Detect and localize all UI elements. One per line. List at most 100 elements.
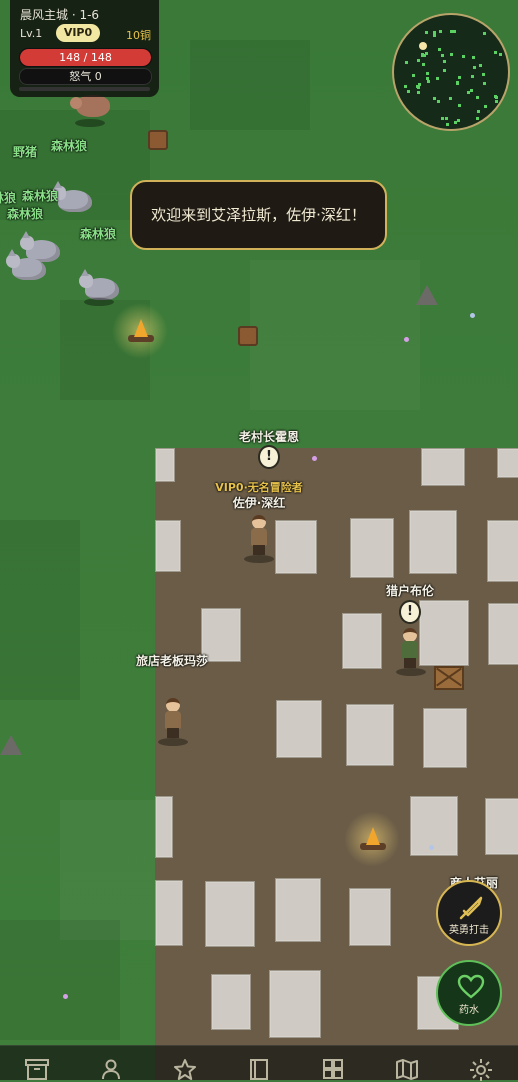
minimap-entity-dot xyxy=(472,55,476,59)
npc-label-innkeeper: 旅店老板玛莎 xyxy=(135,654,209,668)
minimap-entity-dot xyxy=(417,90,421,94)
settings-icon xyxy=(470,1059,492,1081)
enemy-label-wolf: 森林狼 xyxy=(21,189,59,203)
minimap-entity-dot xyxy=(433,30,437,34)
minimap-entity-dot xyxy=(453,30,457,34)
minimap-entity-dot xyxy=(418,82,422,86)
inventory-button[interactable] xyxy=(22,1058,52,1080)
minimap-entity-dot xyxy=(424,52,428,56)
minimap-entity-dot xyxy=(458,103,462,107)
grass-patch xyxy=(0,520,80,700)
npc-hunter[interactable] xyxy=(399,628,421,668)
floor-tile xyxy=(419,600,469,666)
grass-patch xyxy=(250,260,420,410)
character-button[interactable] xyxy=(96,1058,126,1080)
minimap-entity-dot xyxy=(479,63,483,67)
minimap[interactable] xyxy=(392,13,510,131)
minimap-entity-dot xyxy=(406,89,410,93)
menu-grid-button[interactable] xyxy=(318,1058,348,1080)
minimap-entity-dot xyxy=(476,95,480,99)
welcome-banner: 欢迎来到艾泽拉斯，佐伊·深红！ xyxy=(130,180,387,250)
sword-icon xyxy=(459,896,483,920)
flower xyxy=(63,994,68,999)
minimap-entity-dot xyxy=(422,63,426,67)
minimap-entity-dot xyxy=(417,58,421,62)
minimap-entity-dot xyxy=(417,85,421,89)
minimap-entity-dot xyxy=(433,34,437,38)
health-text: 148 / 148 xyxy=(59,51,112,64)
rage-bar: 怒气 0 xyxy=(19,68,152,85)
floor-tile xyxy=(269,970,321,1038)
forest-wolf[interactable] xyxy=(52,181,92,212)
minimap-entity-dot xyxy=(475,117,479,121)
grid-icon xyxy=(323,1059,343,1079)
minimap-entity-dot xyxy=(483,32,487,36)
quest-available-icon[interactable]: ! xyxy=(258,445,280,469)
minimap-entity-dot xyxy=(461,55,465,59)
minimap-entity-dot xyxy=(441,116,445,120)
currency-copper: 10铜 xyxy=(126,29,151,42)
supply-crate[interactable] xyxy=(434,666,464,690)
vip-badge[interactable]: VIP0 xyxy=(56,24,100,42)
world-map-button[interactable] xyxy=(392,1058,422,1080)
minimap-entity-dot xyxy=(457,75,461,79)
quest-available-icon[interactable]: ! xyxy=(399,600,421,624)
player-status-panel: 晨风主城 · 1-6 Lv.1 VIP0 10铜 148 / 148 怒气 0 xyxy=(10,0,159,97)
floor-tile xyxy=(155,448,175,482)
minimap-entity-dot xyxy=(471,75,475,79)
minimap-entity-dot xyxy=(443,69,447,73)
quest-log-button[interactable] xyxy=(244,1058,274,1080)
enemy-label-wolf: 森林狼 xyxy=(79,227,117,241)
minimap-entity-dot xyxy=(498,52,502,56)
floor-tile xyxy=(275,878,321,942)
grass-patch xyxy=(0,920,120,1040)
forest-wolf[interactable] xyxy=(79,269,119,300)
rage-text: 怒气 0 xyxy=(69,70,102,83)
grass-patch xyxy=(60,800,155,940)
flower xyxy=(312,456,317,461)
settings-button[interactable] xyxy=(466,1058,496,1081)
minimap-entity-dot xyxy=(427,80,431,84)
star-icon xyxy=(174,1059,196,1080)
floor-tile xyxy=(342,613,382,669)
floor-tile xyxy=(155,796,173,858)
floor-tile xyxy=(275,520,317,574)
heroic-strike-button[interactable]: 英勇打击 xyxy=(436,880,502,946)
wild-boar[interactable] xyxy=(70,95,110,117)
player-position-icon xyxy=(419,42,427,50)
floor-tile xyxy=(211,974,251,1030)
map-icon xyxy=(396,1059,418,1080)
minimap-entity-dot xyxy=(494,96,498,99)
player-title: VIP0·无名冒险者 xyxy=(215,481,303,494)
minimap-entity-dot xyxy=(420,53,424,57)
floor-tile xyxy=(155,880,183,946)
rock xyxy=(0,735,22,755)
floor-tile xyxy=(485,798,518,855)
floor-tile xyxy=(497,448,518,478)
minimap-entity-dot xyxy=(412,74,416,78)
minimap-entity-dot xyxy=(467,90,471,94)
minimap-entity-dot xyxy=(456,119,460,122)
talents-button[interactable] xyxy=(170,1058,200,1080)
floor-tile xyxy=(410,796,458,856)
minimap-entity-dot xyxy=(438,47,441,51)
minimap-entity-dot xyxy=(445,122,449,126)
minimap-entity-dot xyxy=(482,81,486,85)
player-name: 佐伊·深红 xyxy=(232,496,286,510)
npc-innkeeper[interactable] xyxy=(162,698,184,738)
minimap-entity-dot xyxy=(477,109,481,113)
minimap-entity-dot xyxy=(494,99,498,103)
minimap-entity-dot xyxy=(426,76,430,80)
minimap-entity-dot xyxy=(482,73,486,77)
minimap-entity-dot xyxy=(445,117,449,121)
heart-icon xyxy=(457,974,485,999)
minimap-entity-dot xyxy=(432,96,436,100)
floor-tile xyxy=(487,520,518,582)
player-level: Lv.1 xyxy=(20,27,43,40)
minimap-entity-dot xyxy=(494,50,498,54)
minimap-entity-dot xyxy=(455,80,459,84)
potion-button[interactable]: 药水 xyxy=(436,960,502,1026)
forest-wolf[interactable] xyxy=(6,249,46,280)
player-character[interactable] xyxy=(248,515,270,555)
character-icon xyxy=(102,1059,120,1080)
